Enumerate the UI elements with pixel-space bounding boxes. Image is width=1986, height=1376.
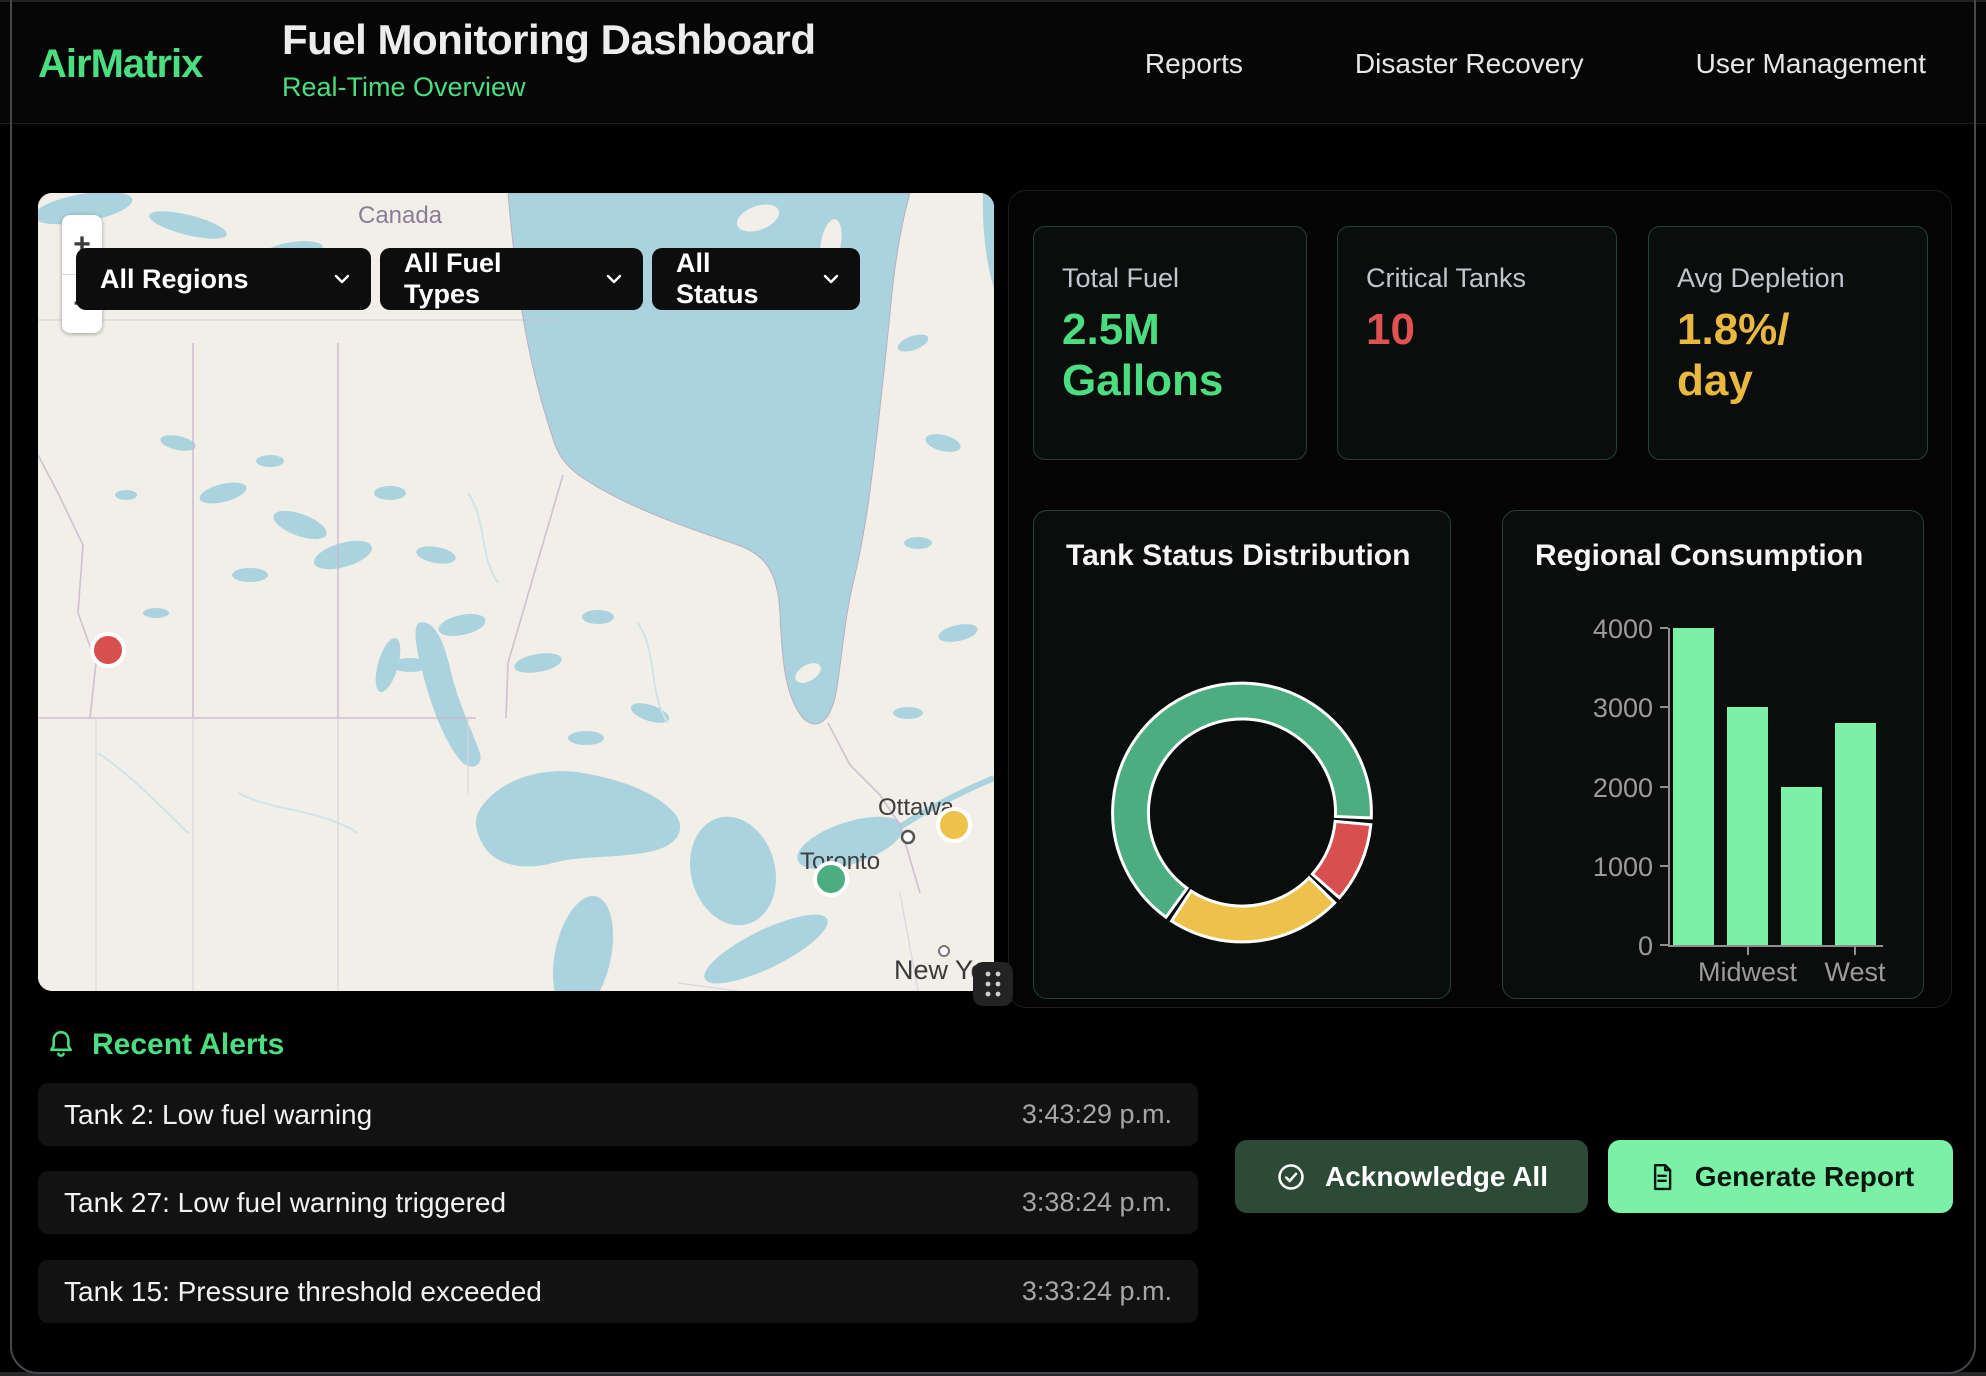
alert-row[interactable]: Tank 2: Low fuel warning 3:43:29 p.m. [38,1083,1198,1146]
stat-label: Total Fuel [1062,263,1179,294]
check-circle-icon [1275,1161,1307,1193]
filter-fuel-types-label: All Fuel Types [404,248,579,310]
alert-message: Tank 15: Pressure threshold exceeded [64,1276,542,1308]
page-subtitle: Real-Time Overview [282,72,815,103]
map-marker-normal[interactable] [815,863,847,895]
alert-time: 3:38:24 p.m. [1022,1187,1172,1218]
filter-regions-label: All Regions [100,264,249,295]
y-tick-label: 3000 [1563,693,1653,724]
chevron-down-icon [822,272,840,286]
app-logo: AirMatrix [38,42,202,87]
chevron-down-icon [333,272,351,286]
stat-card-critical-tanks: Critical Tanks 10 [1337,226,1617,460]
filter-fuel-types-dropdown[interactable]: All Fuel Types [380,248,643,310]
map-label-canada: Canada [358,202,443,229]
generate-report-button[interactable]: Generate Report [1608,1140,1953,1213]
stat-label: Critical Tanks [1366,263,1526,294]
y-tick-mark [1660,706,1668,708]
map-canvas[interactable]: Canada Ottawa Toronto New York [38,193,994,991]
generate-report-label: Generate Report [1695,1161,1914,1193]
bar-West [1835,723,1876,945]
filter-status-label: All Status [676,248,796,310]
stat-card-avg-depletion: Avg Depletion 1.8%/day [1648,226,1928,460]
x-tick-mark [1747,947,1749,955]
regional-consumption-chart-card: Regional Consumption 01000200030004000Mi… [1502,510,1924,999]
stat-card-total-fuel: Total Fuel 2.5MGallons [1033,226,1307,460]
map-marker-critical[interactable] [92,634,124,666]
report-document-icon [1647,1161,1677,1193]
recent-alerts-heading: Recent Alerts [44,1028,284,1062]
recent-alerts-title: Recent Alerts [92,1028,284,1062]
grip-dots-icon [981,968,1005,1000]
alert-message: Tank 27: Low fuel warning triggered [64,1187,506,1219]
bell-icon [44,1028,78,1062]
alert-message: Tank 2: Low fuel warning [64,1099,372,1131]
page-title: Fuel Monitoring Dashboard [282,16,815,64]
alert-time: 3:33:24 p.m. [1022,1276,1172,1307]
map-ottawa-dot [902,831,914,843]
map-panel[interactable]: Canada Ottawa Toronto New York + − All R… [38,193,994,991]
donut-chart [1034,511,1450,998]
filter-status-dropdown[interactable]: All Status [652,248,860,310]
stat-value: 1.8%/day [1677,305,1790,406]
map-resize-handle[interactable] [973,962,1013,1006]
alert-time: 3:43:29 p.m. [1022,1099,1172,1130]
x-axis-line [1668,945,1883,947]
nav-disaster-recovery[interactable]: Disaster Recovery [1355,48,1584,80]
y-tick-label: 2000 [1563,773,1653,804]
nav-reports[interactable]: Reports [1145,48,1243,80]
y-tick-mark [1660,627,1668,629]
bar-Midwest [1727,707,1768,945]
bar-chart: 01000200030004000MidwestWest [1503,511,1923,998]
bar-region-1 [1673,628,1714,945]
x-tick-mark [1854,947,1856,955]
app-header: AirMatrix Fuel Monitoring Dashboard Real… [0,0,1986,124]
chevron-down-icon [605,272,623,286]
donut-segment-warning [1172,878,1335,942]
y-axis-line [1668,628,1670,947]
title-block: Fuel Monitoring Dashboard Real-Time Over… [282,16,815,103]
stat-value: 2.5MGallons [1062,305,1223,406]
y-tick-label: 1000 [1563,852,1653,883]
y-tick-mark [1660,865,1668,867]
y-tick-mark [1660,786,1668,788]
map-filter-row: All Regions All Fuel Types All Status [76,248,860,310]
x-tick-label: West [1775,957,1924,988]
acknowledge-all-label: Acknowledge All [1325,1161,1548,1193]
nav-user-management[interactable]: User Management [1696,48,1926,80]
alert-row[interactable]: Tank 27: Low fuel warning triggered 3:38… [38,1171,1198,1234]
stat-label: Avg Depletion [1677,263,1845,294]
window-bottom-strip [0,1372,1986,1376]
tank-status-chart-card: Tank Status Distribution [1033,510,1451,999]
donut-segment-critical [1312,821,1370,897]
bar-region-3 [1781,787,1822,946]
alert-row[interactable]: Tank 15: Pressure threshold exceeded 3:3… [38,1260,1198,1323]
y-tick-mark [1660,944,1668,946]
filter-regions-dropdown[interactable]: All Regions [76,248,371,310]
main-nav: Reports Disaster Recovery User Managemen… [1145,2,1926,126]
map-marker-warning[interactable] [938,809,970,841]
metrics-panel: Total Fuel 2.5MGallons Critical Tanks 10… [1008,190,1952,1008]
y-tick-label: 0 [1563,931,1653,962]
acknowledge-all-button[interactable]: Acknowledge All [1235,1140,1588,1213]
stat-value: 10 [1366,305,1415,356]
y-tick-label: 4000 [1563,614,1653,645]
